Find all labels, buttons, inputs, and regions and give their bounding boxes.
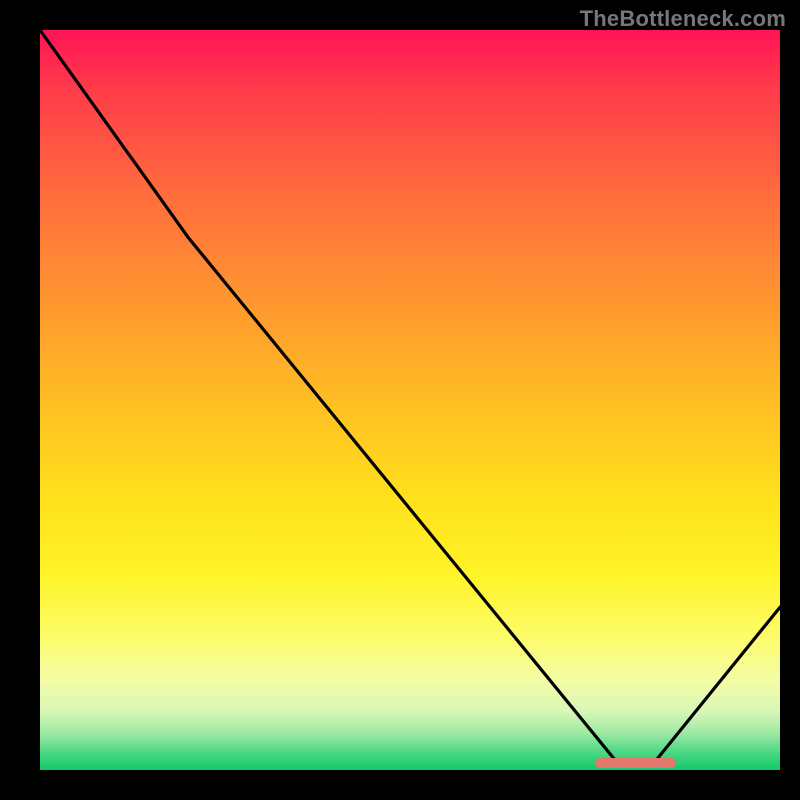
y-axis-frame	[0, 0, 40, 800]
plot-area	[40, 30, 780, 770]
x-axis-frame	[0, 770, 800, 800]
watermark-text: TheBottleneck.com	[580, 6, 786, 32]
bottleneck-curve	[40, 30, 780, 770]
optimal-range-marker	[595, 758, 676, 768]
